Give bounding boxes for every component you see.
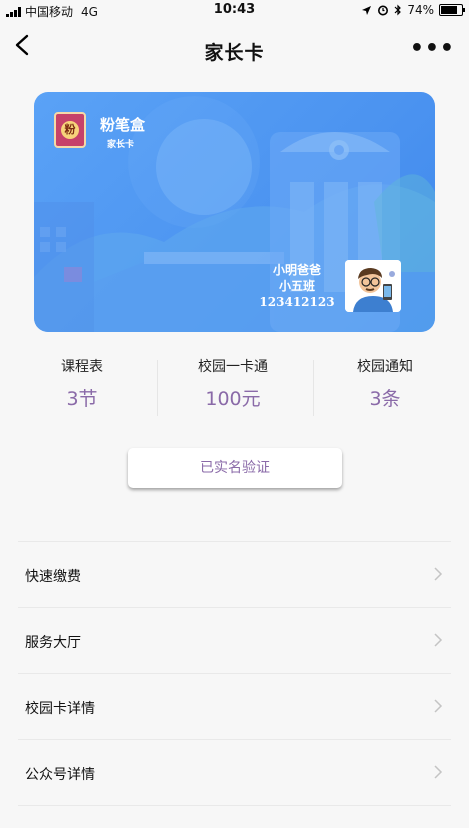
stat-notices[interactable]: 校园通知 3条 xyxy=(330,356,440,411)
stat-schedule[interactable]: 课程表 3节 xyxy=(27,356,137,411)
stat-campus-card[interactable]: 校园一卡通 100元 xyxy=(178,356,288,411)
parent-card[interactable]: 粉 粉笔盒 家长卡 小明爸爸 小五班 123412123 xyxy=(34,92,435,332)
location-arrow-icon xyxy=(362,5,372,15)
menu-item-service-hall[interactable]: 服务大厅 xyxy=(18,607,451,673)
battery-percent: 74% xyxy=(407,3,434,17)
menu-list: 快速缴费 服务大厅 校园卡详情 公众号详情 xyxy=(18,541,451,807)
stat-notices-value: 3条 xyxy=(369,388,401,410)
menu-item-official-account-details[interactable]: 公众号详情 xyxy=(18,739,451,805)
chevron-right-icon xyxy=(434,567,443,581)
menu-item-label: 服务大厅 xyxy=(25,635,81,651)
card-holder-info: 小明爸爸 小五班 123412123 xyxy=(237,262,357,310)
menu-item-quick-pay[interactable]: 快速缴费 xyxy=(18,541,451,607)
alarm-icon xyxy=(378,5,389,16)
logo-glyph: 粉 xyxy=(61,121,79,139)
divider xyxy=(157,360,158,416)
menu-item-label: 快速缴费 xyxy=(25,569,81,585)
verified-button[interactable]: 已实名验证 xyxy=(128,448,342,488)
page-title: 家长卡 xyxy=(204,42,265,64)
status-bar: 中国移动 4G 10:43 74% xyxy=(0,0,469,20)
avatar xyxy=(345,260,401,312)
stat-campus-card-label: 校园一卡通 xyxy=(198,359,268,375)
battery-icon xyxy=(439,4,465,16)
menu-item-campus-card-details[interactable]: 校园卡详情 xyxy=(18,673,451,739)
stat-notices-label: 校园通知 xyxy=(357,359,413,375)
chevron-right-icon xyxy=(434,699,443,713)
stat-schedule-label: 课程表 xyxy=(61,359,103,375)
stat-campus-card-value: 100元 xyxy=(205,388,261,410)
stat-schedule-value: 3节 xyxy=(66,388,98,410)
brand-subtitle: 家长卡 xyxy=(107,140,135,150)
chevron-right-icon xyxy=(434,633,443,647)
brand-name: 粉笔盒 xyxy=(100,116,146,134)
divider xyxy=(313,360,314,416)
more-options-icon[interactable]: ••• xyxy=(410,36,455,61)
status-right: 74% xyxy=(361,3,465,17)
avatar-illustration xyxy=(345,260,401,312)
menu-item-label: 校园卡详情 xyxy=(25,701,95,717)
app-logo: 粉 xyxy=(54,112,86,148)
nav-bar: 家长卡 ••• xyxy=(0,24,469,76)
menu-item-label: 公众号详情 xyxy=(25,767,95,783)
chevron-right-icon xyxy=(434,765,443,779)
menu-divider-bottom xyxy=(18,805,451,807)
holder-name: 小明爸爸 xyxy=(272,263,321,277)
card-number: 123412123 xyxy=(259,295,335,309)
bluetooth-icon xyxy=(394,4,402,16)
class-name: 小五班 xyxy=(278,279,315,293)
